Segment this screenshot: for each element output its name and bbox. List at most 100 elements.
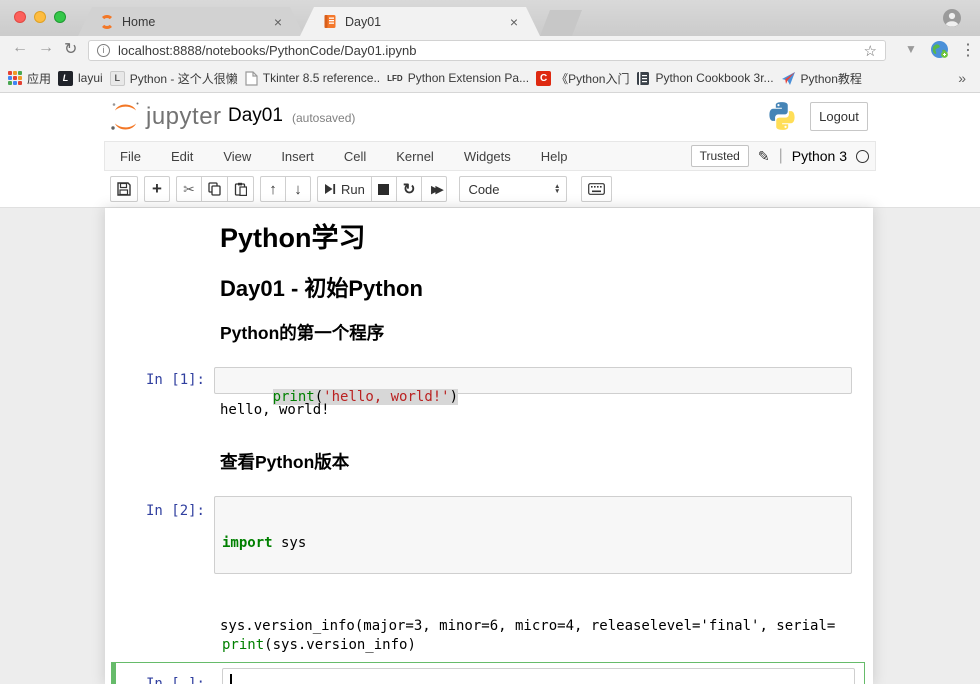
browser-toolbar: ← → ↻ i localhost:8888/notebooks/PythonC… bbox=[0, 36, 980, 64]
bookmark-star-icon[interactable]: ☆ bbox=[864, 42, 877, 60]
menu-help[interactable]: Help bbox=[526, 149, 583, 164]
move-cell-down-button[interactable]: ↓ bbox=[285, 176, 311, 202]
select-arrows-icon: ▲▼ bbox=[554, 184, 560, 194]
jupyter-logo-icon bbox=[108, 101, 142, 131]
checkpoint-status: (autosaved) bbox=[292, 111, 355, 125]
heading-python-version: 查看Python版本 bbox=[220, 452, 349, 474]
notebook-title[interactable]: Day01 bbox=[228, 105, 283, 127]
paper-plane-icon bbox=[781, 71, 796, 86]
back-icon[interactable]: ← bbox=[12, 39, 28, 57]
tab-home[interactable]: Home × bbox=[78, 7, 304, 36]
bookmarks-bar: 应用 L layui L Python - 这个人很懒 Tkinter 8.5 … bbox=[0, 64, 980, 93]
notebook-container: Python学习 Day01 - 初始Python Python的第一个程序 I… bbox=[105, 208, 873, 684]
code-token-string: 'hello, world!' bbox=[323, 389, 449, 405]
bookmark-tutorial[interactable]: Python教程 bbox=[781, 70, 862, 87]
jupyter-favicon bbox=[100, 15, 114, 29]
cell2-input-prompt: In [2]: bbox=[105, 503, 205, 519]
command-palette-button[interactable] bbox=[581, 176, 612, 202]
heading-python-study: Python学习 bbox=[220, 222, 366, 256]
menu-kernel[interactable]: Kernel bbox=[381, 149, 449, 164]
menu-file[interactable]: File bbox=[105, 149, 156, 164]
jupyter-logo-text: jupyter bbox=[146, 103, 222, 131]
url-text[interactable]: localhost:8888/notebooks/PythonCode/Day0… bbox=[118, 43, 864, 58]
window-close-button[interactable] bbox=[14, 11, 26, 23]
bookmark-apps[interactable]: 应用 bbox=[8, 70, 51, 87]
bookmark-python-intro[interactable]: C 《Python入门 bbox=[536, 70, 629, 87]
new-tab-button[interactable] bbox=[540, 10, 582, 36]
bookmark-layui[interactable]: L layui bbox=[58, 71, 103, 86]
menu-view[interactable]: View bbox=[208, 149, 266, 164]
bookmark-cookbook[interactable]: Python Cookbook 3r... bbox=[636, 71, 773, 86]
code-token-import: import bbox=[222, 535, 273, 551]
keyboard-icon bbox=[588, 183, 605, 195]
cell1-code-editor[interactable]: print('hello, world!') bbox=[214, 367, 852, 394]
cell-type-value: Code bbox=[468, 182, 499, 197]
forward-icon[interactable]: → bbox=[38, 39, 54, 57]
bookmarks-overflow-icon[interactable]: » bbox=[958, 70, 972, 86]
bookmark-tkinter[interactable]: Tkinter 8.5 reference.. bbox=[245, 71, 380, 86]
edit-title-pencil-icon[interactable]: ✎ bbox=[758, 148, 770, 165]
browser-tab-strip: Home × Day01 × bbox=[0, 0, 980, 36]
profile-icon[interactable] bbox=[942, 8, 962, 28]
interrupt-kernel-button[interactable] bbox=[371, 176, 397, 202]
bookmark-lfd[interactable]: LFD Python Extension Pa... bbox=[387, 71, 529, 85]
window-zoom-button[interactable] bbox=[54, 11, 66, 23]
menu-edit[interactable]: Edit bbox=[156, 149, 208, 164]
run-cell-button[interactable]: Run bbox=[317, 176, 372, 202]
menubar-divider: | bbox=[779, 147, 783, 165]
cell2-code-editor[interactable]: import sys print(sys.version_info) print… bbox=[214, 496, 852, 574]
tab-close-icon[interactable]: × bbox=[274, 14, 282, 30]
menu-cell[interactable]: Cell bbox=[329, 149, 381, 164]
kernel-status-icon bbox=[856, 150, 869, 163]
book-icon bbox=[636, 71, 650, 86]
copy-cell-button[interactable] bbox=[201, 176, 228, 202]
notebook-site: Python学习 Day01 - 初始Python Python的第一个程序 I… bbox=[0, 208, 980, 684]
text-caret bbox=[230, 674, 232, 684]
address-bar[interactable]: i localhost:8888/notebooks/PythonCode/Da… bbox=[88, 40, 886, 61]
cell-type-select[interactable]: Code ▲▼ bbox=[459, 176, 567, 202]
letter-l-icon: L bbox=[110, 71, 125, 86]
cut-cell-button[interactable]: ✂ bbox=[176, 176, 202, 202]
lfd-badge: LFD bbox=[387, 74, 403, 83]
heading-day01: Day01 - 初始Python bbox=[220, 275, 423, 303]
output-line: sys.version_info(major=3, minor=6, micro… bbox=[220, 617, 835, 636]
save-button[interactable] bbox=[110, 176, 138, 202]
cell1-output-text: hello, world! bbox=[220, 402, 330, 418]
menu-widgets[interactable]: Widgets bbox=[449, 149, 526, 164]
move-cell-up-button[interactable]: ↑ bbox=[260, 176, 286, 202]
step-forward-icon bbox=[324, 183, 336, 195]
jupyter-logo[interactable]: jupyter bbox=[108, 101, 222, 131]
notebook-favicon bbox=[322, 14, 337, 29]
c-badge-icon: C bbox=[536, 71, 551, 86]
trusted-badge[interactable]: Trusted bbox=[691, 145, 749, 167]
extension-chevron-icon[interactable]: ▼ bbox=[905, 42, 917, 56]
stop-icon bbox=[378, 184, 389, 195]
browser-menu-icon[interactable]: ⋮ bbox=[960, 40, 976, 60]
menu-insert[interactable]: Insert bbox=[266, 149, 329, 164]
window-minimize-button[interactable] bbox=[34, 11, 46, 23]
layui-icon: L bbox=[58, 71, 73, 86]
notebook-menubar: File Edit View Insert Cell Kernel Widget… bbox=[104, 141, 876, 171]
page-info-icon[interactable]: i bbox=[97, 44, 110, 57]
paste-cell-button[interactable] bbox=[227, 176, 254, 202]
restart-run-all-button[interactable]: ▶▶ bbox=[421, 176, 447, 202]
python-logo-icon bbox=[766, 100, 798, 132]
logout-button[interactable]: Logout bbox=[810, 102, 868, 131]
apps-grid-icon bbox=[8, 71, 22, 85]
add-cell-button[interactable]: + bbox=[144, 176, 170, 202]
run-label: Run bbox=[341, 182, 365, 197]
tab-close-icon[interactable]: × bbox=[510, 14, 518, 30]
restart-kernel-button[interactable]: ↻ bbox=[396, 176, 423, 202]
tab-day01[interactable]: Day01 × bbox=[300, 7, 540, 36]
globe-extension-icon[interactable] bbox=[930, 40, 949, 59]
jupyter-header: jupyter Day01 (autosaved) Logout bbox=[0, 93, 980, 141]
paste-icon bbox=[234, 182, 247, 196]
reload-icon[interactable]: ↻ bbox=[64, 39, 77, 59]
notebook-toolbar: + ✂ ↑ ↓ Run ↻ ▶▶ bbox=[0, 171, 980, 208]
cell3-code-editor[interactable] bbox=[222, 668, 855, 684]
cell1-input-prompt: In [1]: bbox=[105, 372, 205, 388]
tab-title: Home bbox=[122, 15, 268, 29]
floppy-icon bbox=[117, 182, 131, 196]
cell3-input-prompt: In [ ]: bbox=[105, 676, 205, 684]
bookmark-python-lazy[interactable]: L Python - 这个人很懒 bbox=[110, 70, 238, 87]
